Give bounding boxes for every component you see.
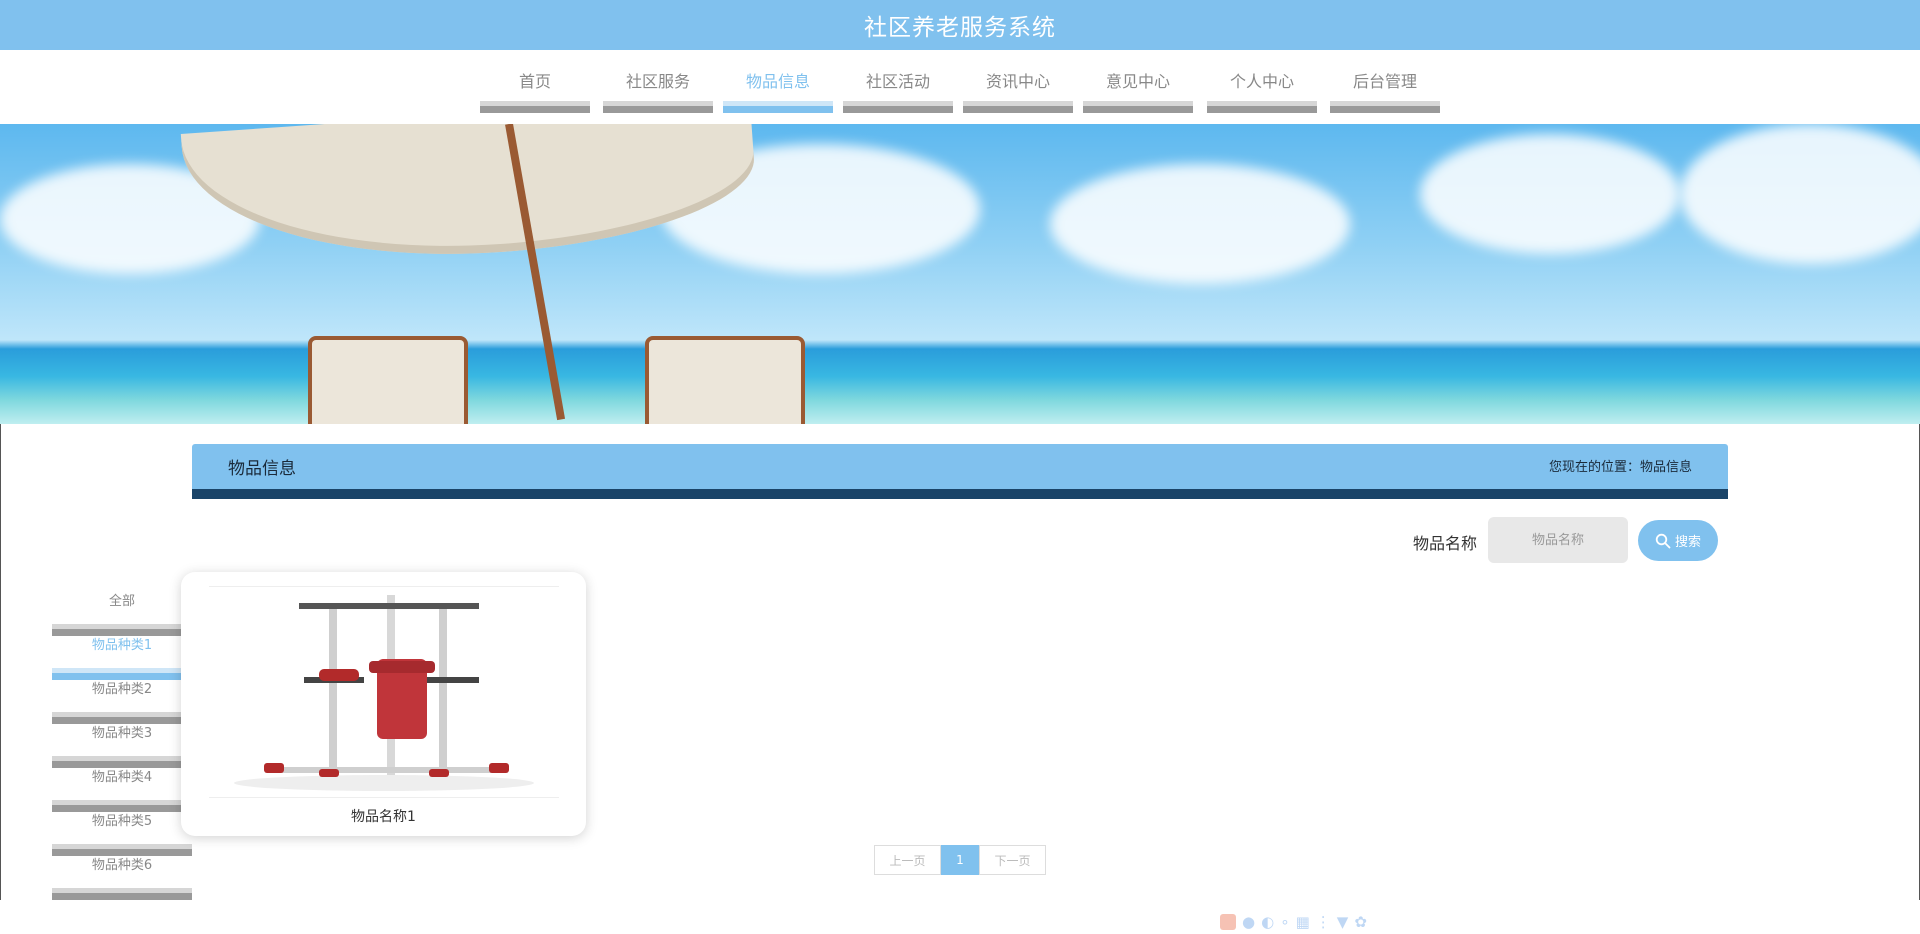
search-label: 物品名称 [1413,534,1478,553]
nav-item-community-service[interactable]: 社区服务 [603,70,713,113]
category-item-3[interactable]: 物品种类3 [52,724,192,768]
beach-chair-graphic [645,336,805,424]
pagination: 上一页 1 下一页 [874,845,1046,875]
ime-voice-icon: ⋮ [1315,913,1331,931]
nav-item-label: 资讯中心 [985,72,1050,91]
fitness-station-image [209,587,559,797]
ime-toolbar: ● ◐ ∘ ▦ ⋮ ▼ ✿ [1220,910,1425,934]
category-underline [52,800,192,812]
category-item-4[interactable]: 物品种类4 [52,768,192,812]
site-title: 社区养老服务系统 [864,15,1056,41]
nav-item-underline [480,101,590,113]
nav-item-label: 社区服务 [625,72,690,91]
search-button[interactable]: 搜索 [1638,520,1718,561]
category-underline [52,756,192,768]
beach-banner-image [0,124,1920,424]
ime-logo-icon [1220,914,1236,930]
section-title: 物品信息 [228,459,296,479]
category-label: 物品种类5 [91,814,153,829]
category-label: 全部 [108,594,135,609]
nav-item-underline [1083,101,1193,113]
nav-item-label: 社区活动 [865,72,930,91]
ime-mode-icon: ● [1242,913,1256,931]
top-header-bar: 社区养老服务系统 [0,0,1920,50]
search-button-label: 搜索 [1674,535,1701,550]
main-nav: 首页 社区服务 物品信息 社区活动 资讯中心 意见中心 个人中心 后台管理 [0,50,1920,124]
search-input[interactable] [1488,517,1628,563]
nav-item-home[interactable]: 首页 [480,70,590,113]
category-underline [52,888,192,900]
product-name: 物品名称1 [351,809,416,825]
nav-item-goods-info[interactable]: 物品信息 [723,70,833,113]
ime-settings-icon: ✿ [1354,913,1367,931]
ime-punctuation-icon: ∘ [1280,913,1290,931]
category-all[interactable]: 全部 [52,592,192,636]
nav-item-label: 物品信息 [745,72,810,91]
category-item-6[interactable]: 物品种类6 [52,856,192,900]
product-card[interactable]: 物品名称1 [181,572,586,836]
breadcrumb: 您现在的位置：物品信息 [1548,460,1692,475]
nav-item-underline [723,101,833,113]
next-page-button[interactable]: 下一页 [979,845,1046,875]
beach-chair-graphic [308,336,468,424]
page-number-button[interactable]: 1 [941,845,979,875]
nav-item-admin[interactable]: 后台管理 [1330,70,1440,113]
umbrella-graphic [180,124,760,274]
category-label: 物品种类3 [91,726,153,741]
nav-item-feedback-center[interactable]: 意见中心 [1083,70,1193,113]
category-label: 物品种类2 [91,682,153,697]
nav-item-underline [1330,101,1440,113]
nav-item-underline [963,101,1073,113]
nav-item-community-activity[interactable]: 社区活动 [843,70,953,113]
section-header: 物品信息 您现在的位置：物品信息 [192,444,1728,499]
nav-item-label: 后台管理 [1352,72,1417,91]
ime-moon-icon: ◐ [1261,913,1275,931]
category-label: 物品种类6 [91,858,153,873]
nav-item-underline [1207,101,1317,113]
nav-item-label: 首页 [518,72,551,91]
nav-item-underline [843,101,953,113]
category-item-2[interactable]: 物品种类2 [52,680,192,724]
nav-item-label: 意见中心 [1105,72,1170,91]
nav-item-label: 个人中心 [1229,72,1294,91]
category-underline [52,712,192,724]
category-item-5[interactable]: 物品种类5 [52,812,192,856]
ime-skin-icon: ▼ [1336,913,1349,931]
nav-item-news-center[interactable]: 资讯中心 [963,70,1073,113]
category-underline [52,624,192,636]
nav-item-underline [603,101,713,113]
category-label: 物品种类4 [91,770,153,785]
product-image [209,586,559,798]
prev-page-button[interactable]: 上一页 [874,845,941,875]
category-label: 物品种类1 [91,638,153,653]
nav-item-personal-center[interactable]: 个人中心 [1207,70,1317,113]
category-item-1[interactable]: 物品种类1 [52,636,192,680]
search-icon [1655,533,1671,548]
category-underline [52,668,192,680]
ime-keyboard-icon: ▦ [1295,913,1310,931]
category-underline [52,844,192,856]
